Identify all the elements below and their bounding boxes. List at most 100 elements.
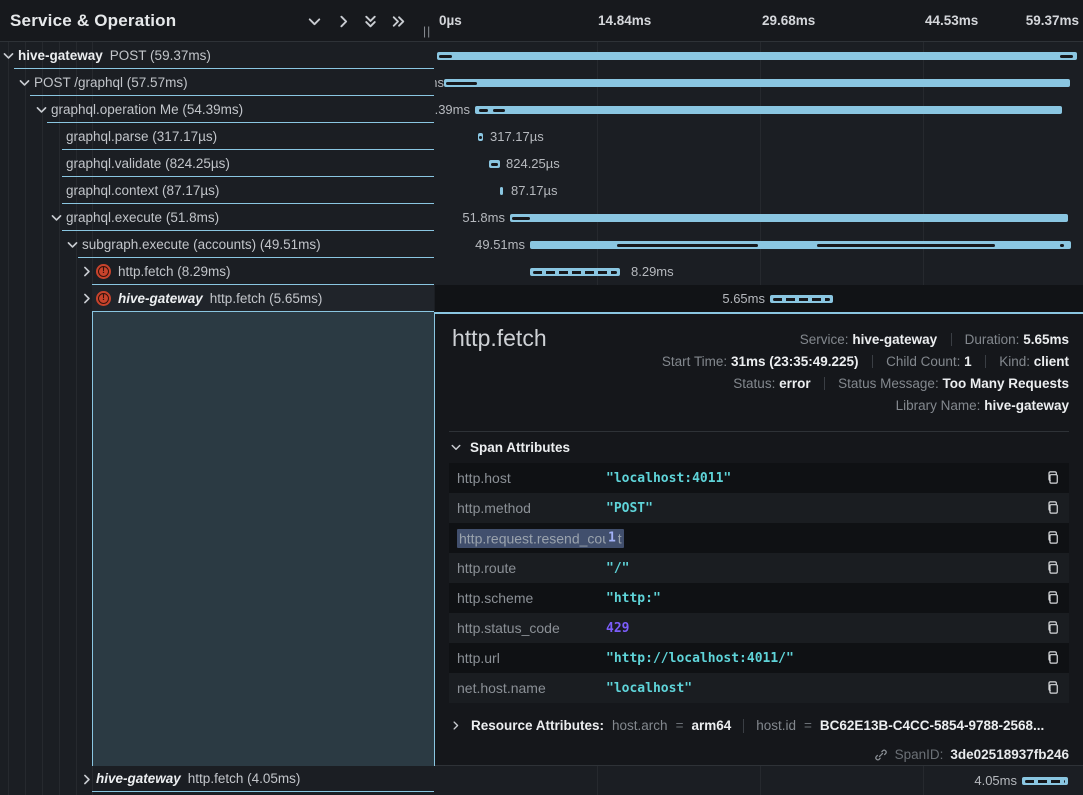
resource-attributes-row[interactable]: Resource Attributes: host.arch = arm64 h…: [450, 718, 1044, 733]
timeline-row: 51.8ms: [435, 204, 1083, 231]
span-id-value: 3de02518937fb246: [950, 747, 1069, 762]
span-row[interactable]: POST /graphql (57.57ms): [0, 69, 435, 96]
attribute-row[interactable]: http.method "POST": [449, 493, 1069, 523]
span-bar[interactable]: [510, 214, 1068, 222]
span-bar[interactable]: [770, 295, 833, 303]
panel-title: Service & Operation: [10, 0, 176, 41]
span-attributes-table: http.host "localhost:4011" http.method "…: [449, 463, 1069, 703]
timeline-row: 54.39ms: [435, 96, 1083, 123]
timeline-row-selected: 5.65ms: [435, 285, 1083, 312]
timeline-row: 57.57ms: [435, 69, 1083, 96]
span-detail-panel: http.fetch Service: hive-gateway Duratio…: [435, 312, 1083, 766]
chevron-down-icon: [450, 441, 463, 454]
chevron-down-icon[interactable]: [50, 211, 63, 224]
selected-span-highlight: [92, 312, 435, 766]
service-operation-panel: hive-gateway POST (59.37ms) POST /graphq…: [0, 0, 435, 795]
copy-icon[interactable]: [1046, 680, 1062, 696]
span-row[interactable]: graphql.validate (824.25µs): [0, 150, 435, 177]
meta-separator: [824, 377, 825, 390]
span-bar[interactable]: [500, 187, 503, 195]
span-service: hive-gateway: [18, 48, 103, 63]
span-row[interactable]: subgraph.execute (accounts) (49.51ms): [0, 231, 435, 258]
child-count-label: Child Count:: [886, 354, 960, 369]
tick-label: 44.53ms: [925, 0, 978, 41]
span-bar[interactable]: [475, 106, 1062, 114]
kind-label: Kind:: [999, 354, 1030, 369]
duration-label: 57.57ms: [435, 69, 444, 96]
meta-line: Status: error Status Message: Too Many R…: [662, 373, 1069, 395]
attribute-row[interactable]: http.host "localhost:4011": [449, 463, 1069, 493]
timeline-row: 49.51ms: [435, 231, 1083, 258]
chevron-right-icon[interactable]: [80, 773, 93, 786]
resource-attributes-title: Resource Attributes:: [471, 718, 604, 733]
attribute-row[interactable]: http.scheme "http:": [449, 583, 1069, 613]
status-message-value: Too Many Requests: [942, 376, 1069, 391]
self-time-notch: [1060, 244, 1064, 247]
span-row[interactable]: graphql.operation Me (54.39ms): [0, 96, 435, 123]
duration-label: 51.8ms: [462, 204, 505, 231]
span-row[interactable]: graphql.parse (317.17µs): [0, 123, 435, 150]
library-name-label: Library Name:: [896, 398, 981, 413]
chevron-right-icon[interactable]: [80, 292, 93, 305]
chevron-right-icon[interactable]: [80, 265, 93, 278]
chevron-down-icon[interactable]: [306, 13, 323, 30]
span-bar[interactable]: [1022, 777, 1068, 785]
attribute-row[interactable]: net.host.name "localhost": [449, 673, 1069, 703]
attribute-key: http.route: [449, 560, 606, 576]
attribute-row[interactable]: http.status_code 429: [449, 613, 1069, 643]
copy-icon[interactable]: [1046, 560, 1062, 576]
span-bar[interactable]: [444, 79, 1070, 87]
copy-icon[interactable]: [1046, 470, 1062, 486]
attribute-row[interactable]: http.url "http://localhost:4011/": [449, 643, 1069, 673]
link-icon[interactable]: [874, 748, 888, 762]
duration-value: 5.65ms: [1023, 332, 1069, 347]
span-bar[interactable]: [530, 268, 620, 276]
copy-icon[interactable]: [1046, 650, 1062, 666]
self-time-notch: [1025, 780, 1065, 783]
double-chevron-down-icon[interactable]: [362, 13, 379, 30]
panel-resize-handle[interactable]: ||: [423, 24, 431, 38]
attribute-key: http.status_code: [449, 620, 606, 636]
span-row[interactable]: hive-gateway POST (59.37ms): [0, 42, 435, 69]
attribute-row[interactable]: http.route "/": [449, 553, 1069, 583]
chevron-down-icon[interactable]: [35, 103, 48, 116]
copy-icon[interactable]: [1046, 620, 1062, 636]
attribute-row-selected[interactable]: http.request.resend_count 1: [449, 523, 1069, 553]
timeline-row: 317.17µs: [435, 123, 1083, 150]
timeline-row: 824.25µs: [435, 150, 1083, 177]
equals-sign: =: [676, 718, 684, 733]
span-label: subgraph.execute (accounts) (49.51ms): [82, 237, 321, 252]
double-chevron-right-icon[interactable]: [390, 13, 407, 30]
attribute-value: 1: [606, 529, 618, 547]
chevron-right-icon[interactable]: [335, 13, 352, 30]
span-label: graphql.parse (317.17µs): [66, 129, 217, 144]
span-row[interactable]: http.fetch (8.29ms): [0, 258, 435, 285]
self-time-notch: [512, 217, 530, 220]
span-bar[interactable]: [437, 52, 1077, 60]
span-label: graphql.execute (51.8ms): [66, 210, 219, 225]
equals-sign: =: [804, 718, 812, 733]
span-bar[interactable]: [530, 241, 1071, 249]
copy-icon[interactable]: [1046, 590, 1062, 606]
copy-icon[interactable]: [1046, 530, 1062, 546]
self-time-notch: [617, 244, 758, 247]
span-attributes-header[interactable]: Span Attributes: [450, 440, 570, 455]
duration-label: 4.05ms: [974, 767, 1017, 794]
duration-label: 49.51ms: [475, 231, 525, 258]
meta-separator: [951, 333, 952, 346]
chevron-down-icon[interactable]: [18, 76, 31, 89]
chevron-down-icon[interactable]: [66, 238, 79, 251]
span-row[interactable]: hive-gateway http.fetch (4.05ms): [0, 766, 435, 792]
error-status-icon: [96, 264, 111, 279]
span-row[interactable]: graphql.execute (51.8ms): [0, 204, 435, 231]
child-count-value: 1: [964, 354, 972, 369]
span-bar[interactable]: [489, 160, 500, 168]
duration-label: 8.29ms: [631, 258, 674, 285]
span-row-selected[interactable]: hive-gateway http.fetch (5.65ms): [0, 285, 435, 312]
span-bar[interactable]: [478, 133, 483, 141]
self-time-notch: [493, 109, 505, 112]
chevron-down-icon[interactable]: [2, 49, 15, 62]
self-time-notch: [773, 298, 830, 301]
copy-icon[interactable]: [1046, 500, 1062, 516]
span-row[interactable]: graphql.context (87.17µs): [0, 177, 435, 204]
